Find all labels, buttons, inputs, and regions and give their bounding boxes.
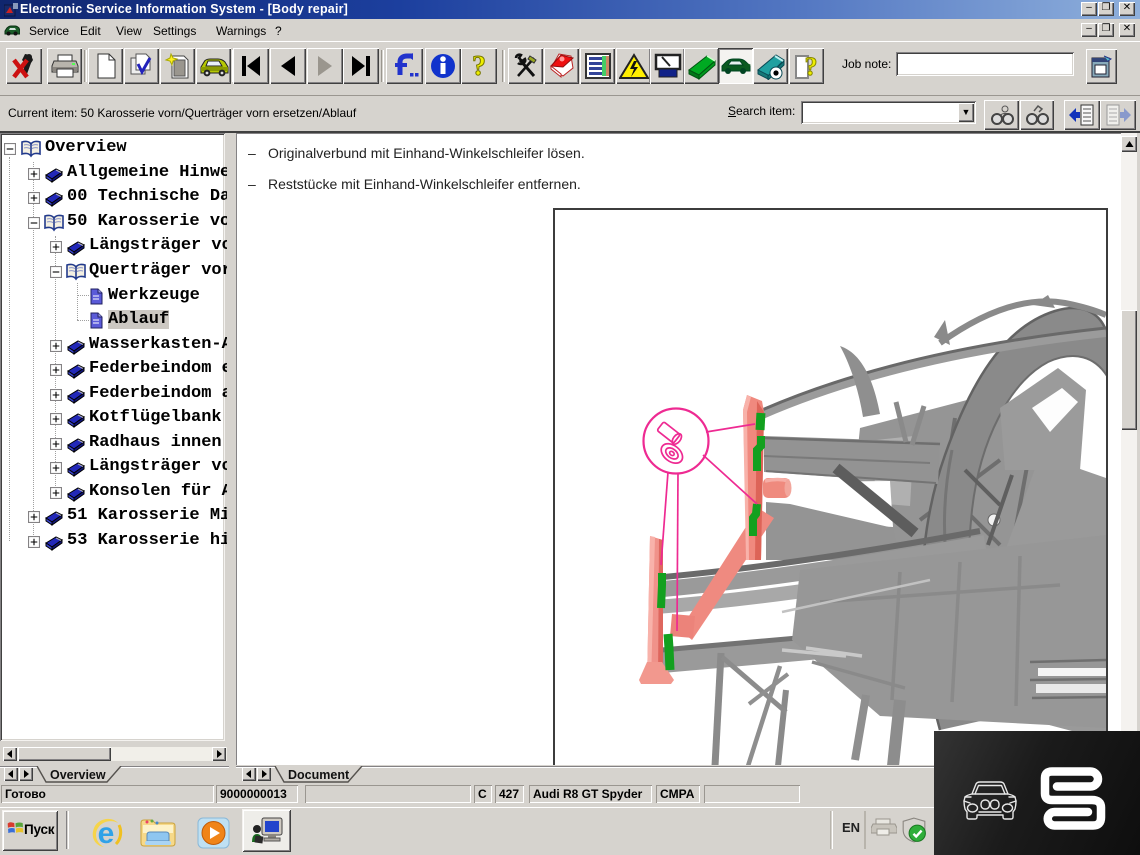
svg-text:e: e [98,817,115,850]
svg-text:?: ? [472,52,486,80]
svg-text:?: ? [804,52,817,80]
svg-text:Document: Document [288,768,350,782]
svg-text:Overview: Overview [50,768,106,782]
